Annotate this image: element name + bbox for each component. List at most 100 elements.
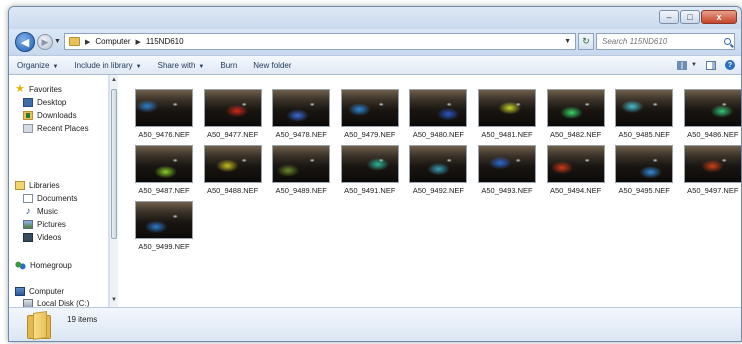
- search-input[interactable]: [602, 37, 717, 46]
- back-button[interactable]: ◀: [15, 32, 35, 52]
- sidebar-item-computer[interactable]: Computer: [15, 287, 64, 296]
- change-view-icon[interactable]: [677, 60, 688, 70]
- scroll-up-icon[interactable]: ▲: [111, 77, 117, 83]
- sidebar-item-favorites[interactable]: ★ Favorites: [15, 84, 62, 95]
- file-item[interactable]: A50_9477.NEF: [199, 85, 267, 141]
- file-item[interactable]: A50_9495.NEF: [610, 141, 678, 197]
- documents-icon: [23, 194, 33, 203]
- sidebar-item-downloads[interactable]: Downloads: [23, 111, 77, 120]
- file-item[interactable]: A50_9486.NEF: [679, 85, 741, 141]
- file-item[interactable]: A50_9480.NEF: [404, 85, 472, 141]
- burn-button[interactable]: Burn: [212, 61, 245, 70]
- file-item[interactable]: A50_9479.NEF: [336, 85, 404, 141]
- chevron-down-icon[interactable]: ▼: [691, 62, 697, 68]
- file-name: A50_9481.NEF: [481, 130, 533, 139]
- window-controls: – □ x: [658, 10, 737, 24]
- file-item[interactable]: A50_9485.NEF: [610, 85, 678, 141]
- pictures-icon: [23, 220, 33, 229]
- image-thumbnail: [478, 145, 536, 183]
- preview-pane-icon[interactable]: [706, 60, 716, 70]
- folder-icon: [27, 311, 51, 340]
- file-name: A50_9487.NEF: [138, 186, 190, 195]
- desktop-icon: [23, 98, 33, 107]
- file-name: A50_9476.NEF: [138, 130, 190, 139]
- minimize-button[interactable]: –: [659, 10, 679, 24]
- forward-button[interactable]: ▶: [37, 34, 53, 50]
- include-in-library-button[interactable]: Include in library ▼: [66, 61, 149, 70]
- share-with-label: Share with: [157, 60, 196, 70]
- sidebar-item-label: Recent Places: [37, 124, 89, 133]
- sidebar-item-homegroup[interactable]: Homegroup: [15, 261, 72, 270]
- file-item[interactable]: A50_9476.NEF: [130, 85, 198, 141]
- homegroup-icon: [15, 261, 26, 270]
- file-name: A50_9485.NEF: [618, 130, 670, 139]
- organize-button[interactable]: Organize ▼: [9, 61, 66, 70]
- recent-pages-dropdown[interactable]: ▼: [54, 38, 61, 45]
- title-bar[interactable]: – □ x: [9, 7, 741, 29]
- file-item[interactable]: A50_9487.NEF: [130, 141, 198, 197]
- sidebar-item-videos[interactable]: Videos: [23, 233, 61, 242]
- file-item[interactable]: A50_9491.NEF: [336, 141, 404, 197]
- file-item[interactable]: A50_9488.NEF: [199, 141, 267, 197]
- file-item[interactable]: A50_9493.NEF: [473, 141, 541, 197]
- file-item[interactable]: A50_9494.NEF: [542, 141, 610, 197]
- file-item[interactable]: A50_9489.NEF: [267, 141, 335, 197]
- help-icon[interactable]: ?: [725, 60, 735, 70]
- image-thumbnail: [615, 89, 674, 127]
- image-thumbnail: [203, 145, 262, 183]
- sidebar-item-pictures[interactable]: Pictures: [23, 220, 66, 229]
- image-thumbnail: [409, 89, 468, 127]
- sidebar-item-desktop[interactable]: Desktop: [23, 98, 66, 107]
- file-name: A50_9499.NEF: [138, 242, 190, 251]
- new-folder-button[interactable]: New folder: [245, 61, 299, 70]
- navigation-pane-scrollbar[interactable]: ▲ ▼: [109, 75, 118, 307]
- search-icon[interactable]: [724, 38, 731, 45]
- close-button[interactable]: x: [701, 10, 737, 24]
- sidebar-item-label: Documents: [37, 194, 78, 203]
- file-name: A50_9488.NEF: [206, 186, 259, 195]
- breadcrumb-computer[interactable]: Computer: [95, 37, 130, 46]
- file-list: A50_9476.NEF A50_9477.NEF A50_9478.NEF A50_…: [118, 75, 741, 307]
- star-icon: ★: [15, 83, 25, 95]
- file-item[interactable]: A50_9482.NEF: [542, 85, 610, 141]
- image-thumbnail: [135, 145, 193, 183]
- sidebar-item-label: Downloads: [37, 111, 77, 120]
- file-name: A50_9491.NEF: [344, 186, 396, 195]
- address-bar[interactable]: ▶ Computer ▶ 115ND610 ▼: [64, 33, 576, 50]
- scrollbar-thumb[interactable]: [111, 89, 117, 239]
- chevron-right-icon[interactable]: ▶: [85, 38, 90, 46]
- breadcrumb-current-folder[interactable]: 115ND610: [146, 37, 184, 46]
- sidebar-item-libraries[interactable]: Libraries: [15, 181, 60, 190]
- chevron-right-icon[interactable]: ▶: [136, 38, 141, 46]
- file-name: A50_9494.NEF: [549, 186, 602, 195]
- file-item[interactable]: A50_9492.NEF: [404, 141, 472, 197]
- image-thumbnail: [135, 201, 193, 239]
- file-item[interactable]: A50_9497.NEF: [679, 141, 741, 197]
- image-thumbnail: [272, 89, 331, 127]
- image-thumbnail: [203, 89, 262, 127]
- file-name: A50_9480.NEF: [412, 130, 465, 139]
- sidebar-item-music[interactable]: ♪ Music: [23, 207, 58, 217]
- chevron-down-icon: ▼: [198, 63, 205, 70]
- sidebar-item-documents[interactable]: Documents: [23, 194, 77, 203]
- file-item[interactable]: A50_9478.NEF: [267, 85, 335, 141]
- file-item[interactable]: A50_9481.NEF: [473, 85, 541, 141]
- file-name: A50_9493.NEF: [481, 186, 533, 195]
- image-thumbnail: [340, 89, 399, 127]
- file-name: A50_9478.NEF: [275, 130, 327, 139]
- chevron-down-icon: ▼: [135, 63, 142, 70]
- maximize-button[interactable]: □: [680, 10, 700, 24]
- toolbar-right: ▼ ?: [668, 60, 741, 70]
- file-name: A50_9479.NEF: [344, 130, 396, 139]
- chevron-down-icon[interactable]: ▼: [564, 38, 571, 45]
- refresh-button[interactable]: ↻: [578, 33, 594, 50]
- sidebar-item-recent-places[interactable]: Recent Places: [23, 124, 89, 133]
- file-name: A50_9492.NEF: [412, 186, 465, 195]
- file-item[interactable]: A50_9499.NEF: [130, 197, 198, 253]
- search-box[interactable]: [596, 33, 735, 50]
- scroll-down-icon[interactable]: ▼: [111, 297, 117, 303]
- item-count: 19 items: [67, 315, 98, 324]
- navigation-bar: ◀ ▶ ▼ ▶ Computer ▶ 115ND610 ▼ ↻: [9, 29, 741, 55]
- forward-arrow-icon: ▶: [41, 36, 49, 47]
- share-with-button[interactable]: Share with ▼: [150, 61, 213, 70]
